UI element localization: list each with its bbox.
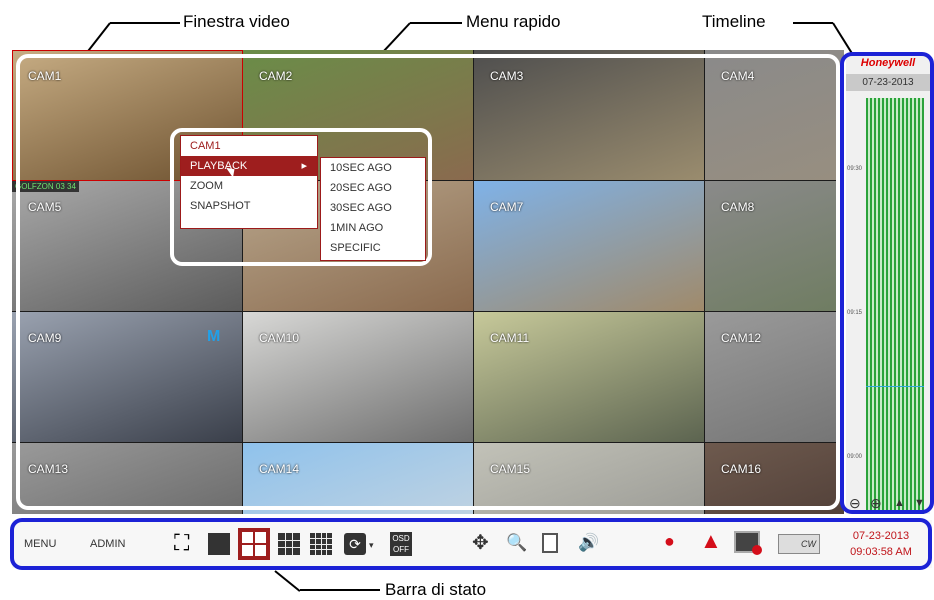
- playback-submenu: 10SEC AGO 20SEC AGO 30SEC AGO 1MIN AGO S…: [320, 157, 426, 261]
- quick-menu: CAM1 PLAYBACK ▸ ZOOM SNAPSHOT: [180, 135, 318, 229]
- callout-line-video-h: [110, 22, 180, 24]
- quick-menu-title: CAM1: [190, 140, 221, 152]
- callout-timeline: Timeline: [702, 12, 766, 31]
- video-window-outline: [16, 54, 840, 510]
- quick-menu-item-playback[interactable]: PLAYBACK ▸: [181, 156, 317, 176]
- timeline-frame: [840, 52, 934, 514]
- callout-status-bar: Barra di stato: [385, 580, 487, 599]
- callout-line-video-diag: [87, 22, 111, 52]
- submenu-item-30sec[interactable]: 30SEC AGO: [321, 198, 425, 218]
- submenu-arrow-icon: ▸: [301, 160, 307, 172]
- quick-menu-item-zoom[interactable]: ZOOM: [181, 176, 317, 196]
- callout-line-statusbar-h: [300, 589, 380, 591]
- submenu-item-10sec[interactable]: 10SEC AGO: [321, 158, 425, 178]
- callout-line-timeline-h: [793, 22, 833, 24]
- status-bar-frame: [10, 518, 932, 570]
- callout-line-statusbar-diag: [274, 570, 301, 592]
- quick-menu-item-snapshot[interactable]: SNAPSHOT: [181, 196, 317, 216]
- callout-video-window: Finestra video: [183, 12, 290, 31]
- submenu-item-1min[interactable]: 1MIN AGO: [321, 218, 425, 238]
- submenu-item-20sec[interactable]: 20SEC AGO: [321, 178, 425, 198]
- callout-line-menu-h: [410, 22, 462, 24]
- callout-quick-menu: Menu rapido: [466, 12, 561, 31]
- submenu-item-specific[interactable]: SPECIFIC: [321, 238, 425, 258]
